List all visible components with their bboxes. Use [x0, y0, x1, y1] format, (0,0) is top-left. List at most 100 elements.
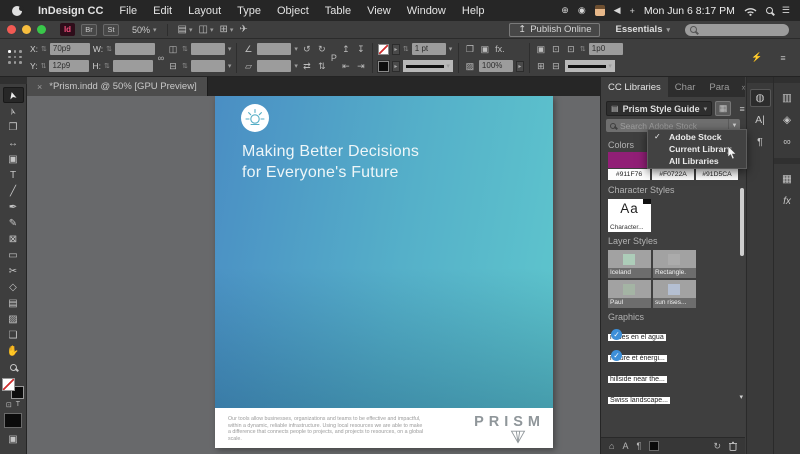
pages-panel-icon[interactable]: ▥	[777, 89, 798, 107]
rotate-cw-icon[interactable]: ↻	[316, 44, 328, 55]
cc-libraries-panel-icon[interactable]: ◍	[750, 89, 771, 107]
fit-content-icon[interactable]: ⊡	[550, 44, 562, 55]
graphic-thumb[interactable]: Swiss landscape...	[608, 389, 672, 407]
corner-shape-icon[interactable]: ▣	[479, 44, 491, 55]
quick-apply-bolt-icon[interactable]: ⚡	[751, 52, 763, 63]
scale-x-stepper[interactable]: ⇅	[182, 45, 188, 53]
pasteboard[interactable]: Making Better Decisions for Everyone's F…	[27, 96, 600, 454]
speaker-icon[interactable]: ◀	[614, 5, 621, 16]
y-stepper[interactable]: ⇅	[41, 62, 47, 70]
stroke-color-none-swatch[interactable]	[378, 44, 389, 55]
h-stepper[interactable]: ⇅	[104, 62, 110, 70]
grid-view-button[interactable]: ▦	[715, 101, 731, 116]
formatting-affects-text-icon[interactable]: T	[16, 401, 20, 409]
scissors-tool[interactable]: ✂	[3, 263, 24, 279]
scale-y-stepper[interactable]: ⇅	[182, 62, 188, 70]
crosshair-icon[interactable]: +	[630, 6, 635, 16]
scale-x-field[interactable]	[191, 43, 225, 55]
flip-vertical-icon[interactable]: ⇅	[316, 61, 328, 72]
menu-table[interactable]: Table	[317, 5, 359, 17]
note-tool[interactable]: ❑	[3, 327, 24, 343]
distribute-left-icon[interactable]: ⇤	[340, 61, 352, 72]
page-tool[interactable]: ❐	[3, 119, 24, 135]
y-position-field[interactable]	[49, 60, 89, 72]
fill-swatch-flyout[interactable]: ▸	[392, 61, 400, 72]
close-window-button[interactable]	[7, 25, 16, 34]
menu-item-adobe-stock[interactable]: ✓Adobe Stock	[648, 131, 746, 143]
hand-tool[interactable]: ✋	[3, 343, 24, 359]
formatting-affects-container-icon[interactable]: ⊡	[6, 401, 12, 409]
menu-window[interactable]: Window	[399, 5, 454, 17]
align-top-icon[interactable]: ↥	[340, 44, 352, 55]
fill-color-swatch[interactable]	[378, 61, 389, 72]
fit-frame-icon[interactable]: ⊟	[550, 61, 562, 72]
rectangle-frame-tool[interactable]: ⊠	[3, 231, 24, 247]
pen-tool[interactable]: ✒	[3, 199, 24, 215]
direct-selection-tool[interactable]: ➢	[3, 103, 24, 119]
screen-mode-toggle[interactable]: ▣	[8, 434, 17, 445]
tab-paragraph[interactable]: Para	[702, 77, 736, 97]
menu-object[interactable]: Object	[269, 5, 317, 17]
app-search-field[interactable]	[685, 24, 789, 36]
publish-online-button[interactable]: ↥Publish Online	[509, 23, 600, 37]
distribute-right-icon[interactable]: ⇥	[355, 61, 367, 72]
rectangle-tool[interactable]: ▭	[3, 247, 24, 263]
add-fill-color-swatch[interactable]	[649, 441, 659, 451]
add-graphic-icon[interactable]: ⌂	[609, 441, 614, 451]
gradient-feather-tool[interactable]: ▨	[3, 311, 24, 327]
layers-panel-icon[interactable]: ◈	[777, 111, 798, 129]
menu-file[interactable]: File	[111, 5, 145, 17]
poster-footer[interactable]: Our tools allow businesses, organization…	[215, 408, 553, 448]
apple-menu-icon[interactable]	[12, 6, 22, 16]
add-paragraph-style-icon[interactable]: ¶	[636, 441, 641, 451]
layer-style-tile[interactable]: Iceland	[608, 250, 651, 278]
opacity-field[interactable]	[479, 60, 513, 72]
links-panel-icon[interactable]: ∞	[777, 133, 798, 151]
effects-panel-icon[interactable]: fx	[777, 192, 798, 210]
menu-app-name[interactable]: InDesign CC	[30, 5, 111, 17]
character-panel-icon[interactable]: A|	[750, 111, 771, 129]
maximize-window-button[interactable]	[37, 25, 46, 34]
zoom-level-dropdown[interactable]: 50%▾	[132, 25, 157, 35]
gap-tool[interactable]: ↔	[3, 135, 24, 151]
toolbar-grip[interactable]	[0, 77, 27, 84]
user-avatar[interactable]	[595, 5, 605, 16]
globe-icon[interactable]: ⊕	[561, 5, 569, 16]
wifi-icon[interactable]	[744, 6, 757, 16]
scale-y-field[interactable]	[191, 60, 225, 72]
paragraph-panel-icon[interactable]: ¶	[750, 133, 771, 151]
constrain-proportions-icon[interactable]: ∞	[155, 53, 167, 63]
tab-cc-libraries[interactable]: CC Libraries	[601, 77, 668, 97]
dock-grip[interactable]	[774, 158, 800, 164]
screen-mode-button[interactable]: ◫▾	[199, 24, 214, 35]
scroll-down-icon[interactable]: ▾	[739, 393, 743, 401]
fill-proxy-swatch[interactable]	[2, 378, 15, 391]
control-center-icon[interactable]: ☰	[782, 5, 790, 16]
zoom-tool[interactable]	[3, 359, 24, 375]
workspace-switcher[interactable]: Essentials▾	[615, 24, 670, 35]
autofit-icon[interactable]: ⊡	[565, 44, 577, 55]
character-style-tile[interactable]: Aa Character...	[608, 199, 651, 232]
height-field[interactable]	[113, 60, 153, 72]
layer-style-tile[interactable]: Paul	[608, 280, 651, 308]
pencil-tool[interactable]: ✎	[3, 215, 24, 231]
camera-icon[interactable]: ◉	[578, 5, 586, 16]
tab-character[interactable]: Char	[668, 77, 703, 97]
graphic-thumb[interactable]: hillside near the...	[608, 368, 672, 386]
close-tab-icon[interactable]: ×	[37, 82, 42, 92]
type-tool[interactable]: T	[3, 167, 24, 183]
corner-options-icon[interactable]: ❐	[464, 44, 476, 55]
rotation-angle-field[interactable]	[257, 43, 291, 55]
delete-trash-icon[interactable]	[729, 441, 737, 451]
list-view-button[interactable]: ≡	[734, 101, 745, 116]
menu-help[interactable]: Help	[454, 5, 493, 17]
menu-clock[interactable]: Mon Jun 6 8:17 PM	[644, 5, 735, 17]
effects-icon[interactable]: fx.	[494, 44, 506, 54]
flip-horizontal-icon[interactable]: ⇄	[301, 61, 313, 72]
gradient-swatch-tool[interactable]: ▤	[3, 295, 24, 311]
minimize-window-button[interactable]	[22, 25, 31, 34]
stroke-swatch-flyout[interactable]: ▸	[392, 44, 400, 55]
dock-grip[interactable]	[747, 77, 773, 83]
selection-tool[interactable]: ➤	[3, 87, 24, 103]
menu-layout[interactable]: Layout	[180, 5, 229, 17]
